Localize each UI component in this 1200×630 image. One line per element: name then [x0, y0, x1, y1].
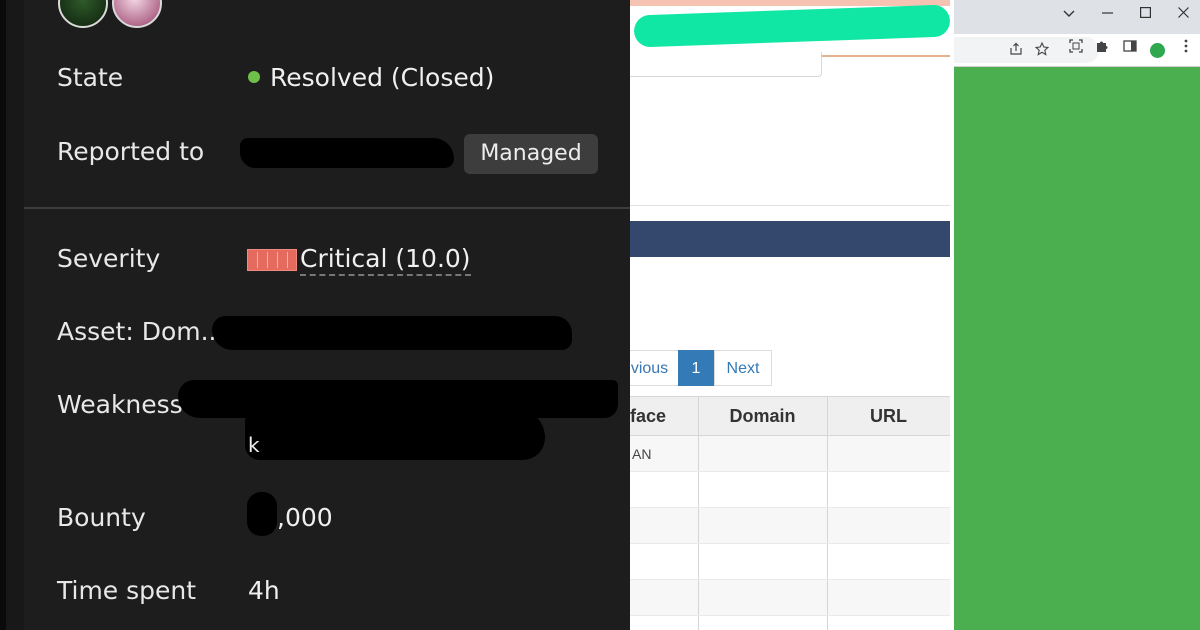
severity-label: Severity — [57, 244, 161, 273]
column-header[interactable]: face — [630, 396, 699, 436]
minimize-icon[interactable] — [1088, 0, 1126, 28]
close-icon[interactable] — [1164, 0, 1200, 28]
chevron-down-icon[interactable] — [1050, 0, 1088, 28]
browser-titlebar — [954, 0, 1200, 34]
section-divider — [630, 205, 950, 206]
maximize-icon[interactable] — [1126, 0, 1164, 28]
side-panel-icon[interactable] — [1120, 38, 1140, 62]
status-dot-icon — [248, 71, 260, 83]
table-cell — [630, 615, 699, 630]
table-row[interactable] — [630, 507, 950, 544]
table-row[interactable]: AN — [630, 435, 950, 472]
state-text: Resolved (Closed) — [270, 63, 495, 92]
table-cell — [630, 543, 699, 580]
redaction-mark — [212, 316, 572, 350]
table-row[interactable] — [630, 579, 950, 616]
section-header-bar — [630, 221, 950, 257]
table-cell — [697, 435, 828, 472]
avatar[interactable] — [112, 0, 162, 28]
asset-label: Asset: Dom... — [57, 317, 225, 346]
time-spent-label: Time spent — [57, 576, 197, 605]
bounty-value: ,000 — [277, 503, 333, 532]
bounty-label: Bounty — [57, 503, 146, 532]
browser-toolbar — [954, 34, 1200, 67]
table-row[interactable] — [630, 615, 950, 630]
pagination-next-button[interactable]: Next — [714, 350, 772, 386]
table-cell — [826, 507, 950, 544]
star-icon[interactable] — [1032, 41, 1052, 65]
table-cell — [630, 471, 699, 508]
table-cell — [697, 543, 828, 580]
panel-gutter — [6, 0, 24, 630]
menu-icon[interactable] — [1176, 38, 1196, 62]
table-cell: AN — [630, 435, 699, 472]
table-header-row: face Domain URL — [630, 396, 950, 436]
time-spent-value: 4h — [248, 576, 280, 605]
report-details-panel: State Resolved (Closed) Reported to Mana… — [0, 0, 630, 630]
table-cell — [630, 579, 699, 616]
table-row[interactable] — [630, 471, 950, 508]
severity-meter-icon — [247, 249, 297, 271]
state-label: State — [57, 63, 124, 92]
search-input[interactable] — [630, 52, 822, 77]
table-panel: vious 1 Next face Domain URL AN — [630, 0, 950, 630]
puzzle-icon[interactable] — [1092, 38, 1112, 62]
share-icon[interactable] — [1006, 41, 1026, 65]
table-cell — [826, 615, 950, 630]
pagination-page-1[interactable]: 1 — [678, 350, 714, 386]
table-cell — [697, 579, 828, 616]
redaction-mark — [633, 4, 950, 48]
table-cell — [697, 471, 828, 508]
browser-window — [950, 0, 1200, 630]
severity-value[interactable]: Critical (10.0) — [300, 244, 471, 276]
redaction-mark — [240, 138, 454, 168]
table-cell — [697, 507, 828, 544]
page-content — [954, 67, 1200, 630]
redaction-mark — [245, 408, 545, 460]
table-cell — [630, 507, 699, 544]
avatar[interactable] — [58, 0, 108, 28]
managed-badge: Managed — [464, 134, 598, 174]
column-header[interactable]: Domain — [697, 396, 828, 436]
results-table: face Domain URL AN — [630, 396, 950, 630]
table-cell — [826, 579, 950, 616]
header-band — [630, 0, 950, 6]
state-value: Resolved (Closed) — [248, 63, 494, 92]
weakness-label: Weakness — [57, 390, 183, 419]
section-divider — [24, 207, 630, 209]
table-cell — [826, 543, 950, 580]
table-cell — [697, 615, 828, 630]
weakness-value: k — [248, 433, 260, 457]
column-header[interactable]: URL — [826, 396, 950, 436]
table-cell — [826, 435, 950, 472]
profile-icon[interactable] — [1150, 43, 1165, 58]
redaction-mark — [247, 492, 277, 536]
pagination-previous-button[interactable]: vious — [630, 350, 679, 386]
table-row[interactable] — [630, 543, 950, 580]
table-cell — [826, 471, 950, 508]
screenshot-icon[interactable] — [1066, 38, 1086, 62]
reported-to-label: Reported to — [57, 137, 205, 166]
